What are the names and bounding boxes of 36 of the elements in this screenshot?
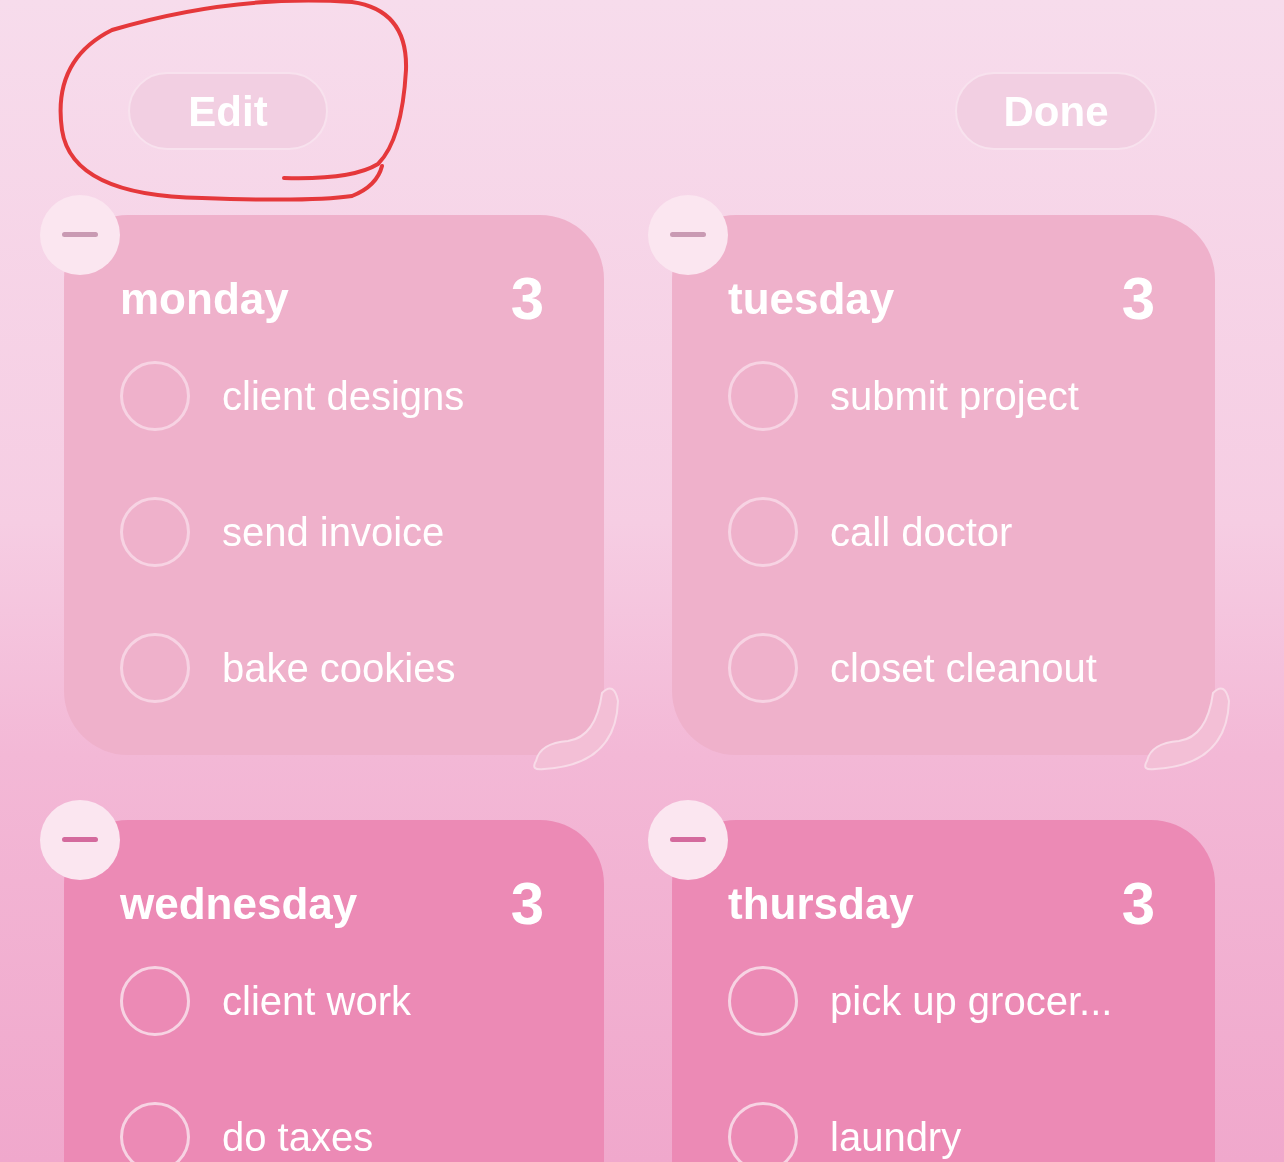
minus-icon	[670, 837, 706, 843]
task-label: do taxes	[222, 1117, 374, 1157]
widget-title: tuesday	[728, 277, 895, 321]
task-label: closet cleanout	[830, 648, 1097, 688]
task-count: 3	[1121, 269, 1155, 329]
task-label: client designs	[222, 376, 465, 416]
task-label: pick up grocer...	[830, 981, 1113, 1021]
task-checkbox[interactable]	[728, 497, 798, 567]
widget-card[interactable]: thursday 3 pick up grocer... laundry	[672, 820, 1215, 1162]
task-checkbox[interactable]	[120, 633, 190, 703]
widget-title: wednesday	[120, 882, 358, 926]
task-label: submit project	[830, 376, 1079, 416]
minus-icon	[62, 232, 98, 238]
task-label: send invoice	[222, 512, 445, 552]
task-checkbox[interactable]	[728, 1102, 798, 1162]
task-label: bake cookies	[222, 648, 456, 688]
task-checkbox[interactable]	[728, 361, 798, 431]
task-count: 3	[1121, 874, 1155, 934]
widget-title: thursday	[728, 882, 914, 926]
task-label: call doctor	[830, 512, 1013, 552]
minus-icon	[62, 837, 98, 843]
task-label: client work	[222, 981, 411, 1021]
widget-card[interactable]: tuesday 3 submit project call doctor closet cleanout	[672, 215, 1215, 755]
widget-card[interactable]: monday 3 client designs send invoice bake cookies	[64, 215, 604, 755]
task-checkbox[interactable]	[120, 361, 190, 431]
task-count: 3	[510, 269, 544, 329]
minus-icon	[670, 232, 706, 238]
task-checkbox[interactable]	[728, 633, 798, 703]
task-checkbox[interactable]	[120, 497, 190, 567]
task-checkbox[interactable]	[120, 966, 190, 1036]
widget-card[interactable]: wednesday 3 client work do taxes	[64, 820, 604, 1162]
task-count: 3	[510, 874, 544, 934]
task-label: laundry	[830, 1117, 962, 1157]
widget-title: monday	[120, 277, 289, 321]
task-checkbox[interactable]	[120, 1102, 190, 1162]
task-checkbox[interactable]	[728, 966, 798, 1036]
